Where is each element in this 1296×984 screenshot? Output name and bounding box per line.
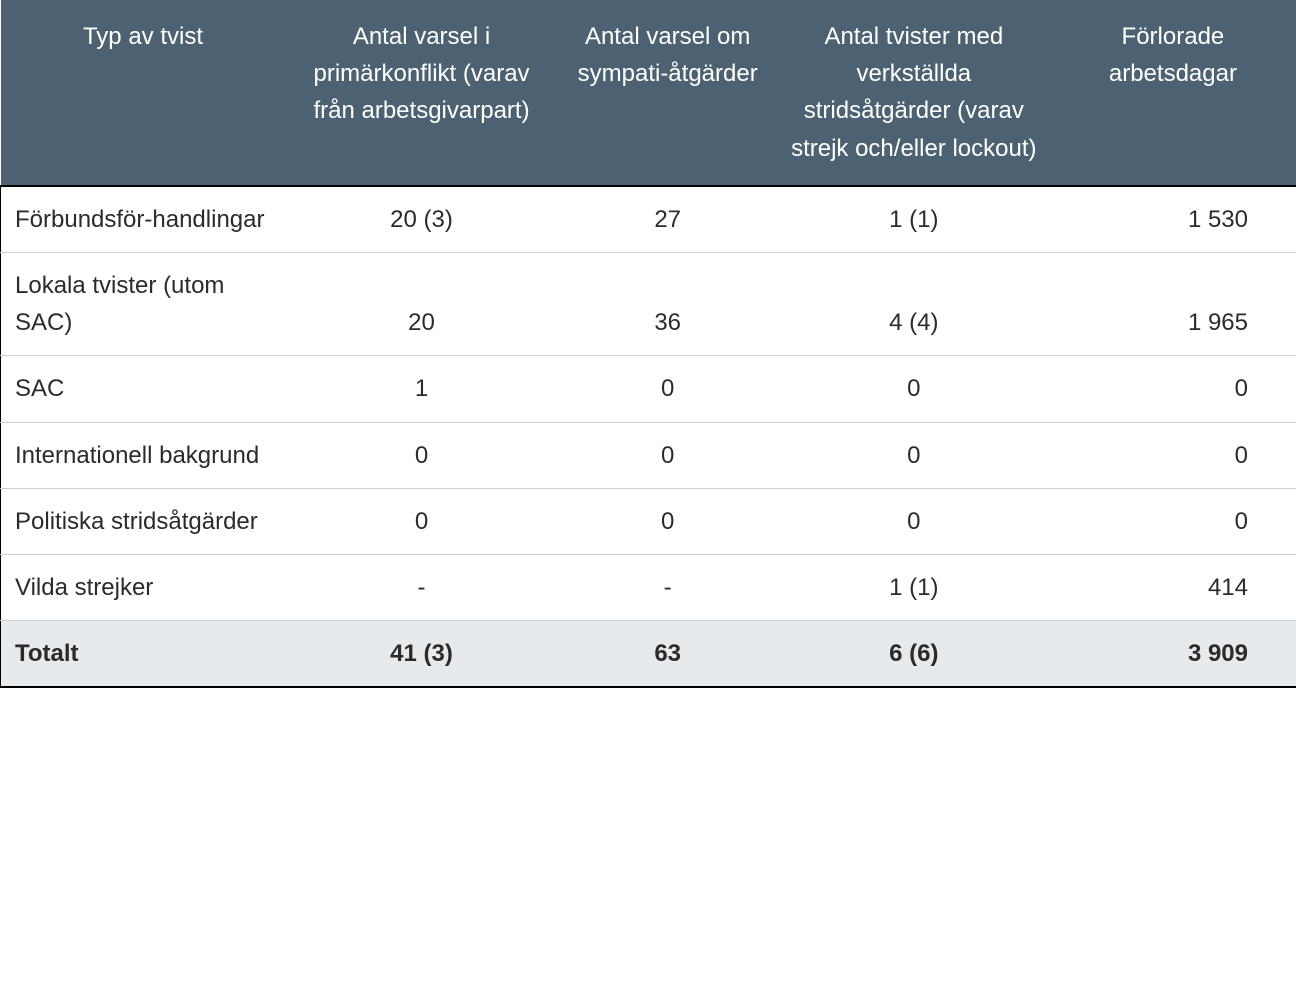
- total-value: 3 909: [1050, 621, 1296, 688]
- cell-value: -: [558, 554, 778, 620]
- cell-value: 20 (3): [286, 186, 558, 253]
- cell-value: 0: [558, 422, 778, 488]
- cell-value: 1 965: [1050, 252, 1296, 355]
- cell-value: 0: [286, 422, 558, 488]
- cell-value: -: [286, 554, 558, 620]
- cell-value: 0: [1050, 488, 1296, 554]
- header-col-1: Typ av tvist: [1, 0, 286, 186]
- cell-value: 36: [558, 252, 778, 355]
- cell-value: 414: [1050, 554, 1296, 620]
- total-value: 6 (6): [778, 621, 1050, 688]
- table-row: Lokala tvister (utom SAC) 20 36 4 (4) 1 …: [1, 252, 1296, 355]
- table-row: Vilda strejker - - 1 (1) 414: [1, 554, 1296, 620]
- total-value: 41 (3): [286, 621, 558, 688]
- table-row: SAC 1 0 0 0: [1, 356, 1296, 422]
- row-label: Internationell bakgrund: [1, 422, 286, 488]
- table-total-row: Totalt 41 (3) 63 6 (6) 3 909: [1, 621, 1296, 688]
- table-row: Internationell bakgrund 0 0 0 0: [1, 422, 1296, 488]
- row-label: Politiska stridsåtgärder: [1, 488, 286, 554]
- cell-value: 20: [286, 252, 558, 355]
- cell-value: 1 (1): [778, 554, 1050, 620]
- cell-value: 0: [286, 488, 558, 554]
- header-col-2: Antal varsel i primärkonflikt (varav frå…: [286, 0, 558, 186]
- row-label: Förbundsför-handlingar: [1, 186, 286, 253]
- cell-value: 0: [778, 356, 1050, 422]
- table-row: Förbundsför-handlingar 20 (3) 27 1 (1) 1…: [1, 186, 1296, 253]
- cell-value: 0: [778, 488, 1050, 554]
- cell-value: 27: [558, 186, 778, 253]
- header-col-3: Antal varsel om sympati-åtgärder: [558, 0, 778, 186]
- cell-value: 1: [286, 356, 558, 422]
- cell-value: 0: [1050, 422, 1296, 488]
- cell-value: 0: [558, 356, 778, 422]
- row-label: SAC: [1, 356, 286, 422]
- table-row: Politiska stridsåtgärder 0 0 0 0: [1, 488, 1296, 554]
- cell-value: 0: [558, 488, 778, 554]
- row-label: Vilda strejker: [1, 554, 286, 620]
- cell-value: 4 (4): [778, 252, 1050, 355]
- total-value: 63: [558, 621, 778, 688]
- cell-value: 1 530: [1050, 186, 1296, 253]
- row-label: Lokala tvister (utom SAC): [1, 252, 286, 355]
- cell-value: 1 (1): [778, 186, 1050, 253]
- header-col-4: Antal tvister med verkställda stridsåtgä…: [778, 0, 1050, 186]
- cell-value: 0: [778, 422, 1050, 488]
- header-col-5: Förlorade arbetsdagar: [1050, 0, 1296, 186]
- total-label: Totalt: [1, 621, 286, 688]
- table-header: Typ av tvist Antal varsel i primärkonfli…: [1, 0, 1296, 186]
- cell-value: 0: [1050, 356, 1296, 422]
- disputes-table: Typ av tvist Antal varsel i primärkonfli…: [0, 0, 1296, 688]
